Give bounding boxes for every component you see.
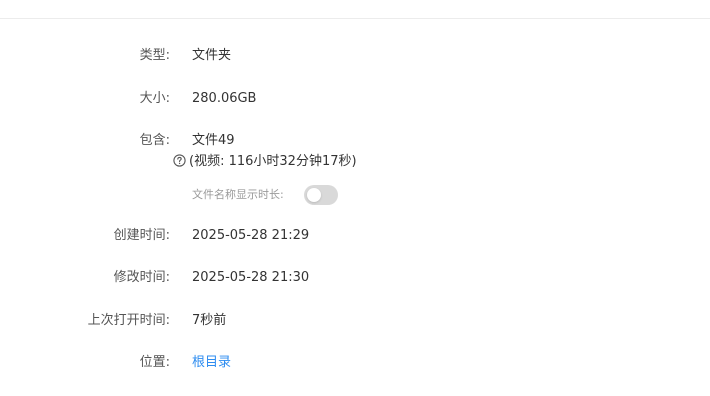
duration-toggle-switch[interactable] <box>304 185 338 205</box>
created-value: 2025-05-28 21:29 <box>192 228 310 243</box>
location-label: 位置: <box>139 355 170 370</box>
type-row: 类型: 文件夹 <box>0 46 710 66</box>
contains-row: 包含: 文件49 <box>0 131 710 151</box>
modified-value: 2025-05-28 21:30 <box>192 270 310 285</box>
toggle-knob <box>307 188 321 202</box>
size-value: 280.06GB <box>192 91 257 106</box>
modified-row: 修改时间: 2025-05-28 21:30 <box>0 268 710 288</box>
size-row: 大小: 280.06GB <box>0 89 710 109</box>
duration-toggle-row: 文件名称显示时长: <box>192 185 338 205</box>
modified-label: 修改时间: <box>113 270 170 285</box>
top-divider <box>0 18 710 19</box>
last-opened-label: 上次打开时间: <box>87 313 170 328</box>
location-link[interactable]: 根目录 <box>192 353 231 373</box>
location-row: 位置: 根目录 <box>0 353 710 373</box>
last-opened-value: 7秒前 <box>192 313 227 328</box>
contains-value: 文件49 <box>192 133 235 148</box>
size-label: 大小: <box>139 91 170 106</box>
question-circle-icon[interactable] <box>173 154 186 167</box>
type-value: 文件夹 <box>192 48 232 63</box>
last-opened-row: 上次打开时间: 7秒前 <box>0 311 710 331</box>
type-label: 类型: <box>139 48 170 63</box>
contains-label: 包含: <box>139 133 170 148</box>
created-label: 创建时间: <box>113 228 170 243</box>
video-duration-note: (视频: 116小时32分钟17秒) <box>173 152 357 172</box>
created-row: 创建时间: 2025-05-28 21:29 <box>0 226 710 246</box>
video-duration-text: (视频: 116小时32分钟17秒) <box>189 154 357 169</box>
file-properties-panel: 类型: 文件夹 大小: 280.06GB 包含: 文件49 (视频: 116小时… <box>0 0 710 396</box>
duration-toggle-label: 文件名称显示时长: <box>192 188 284 201</box>
